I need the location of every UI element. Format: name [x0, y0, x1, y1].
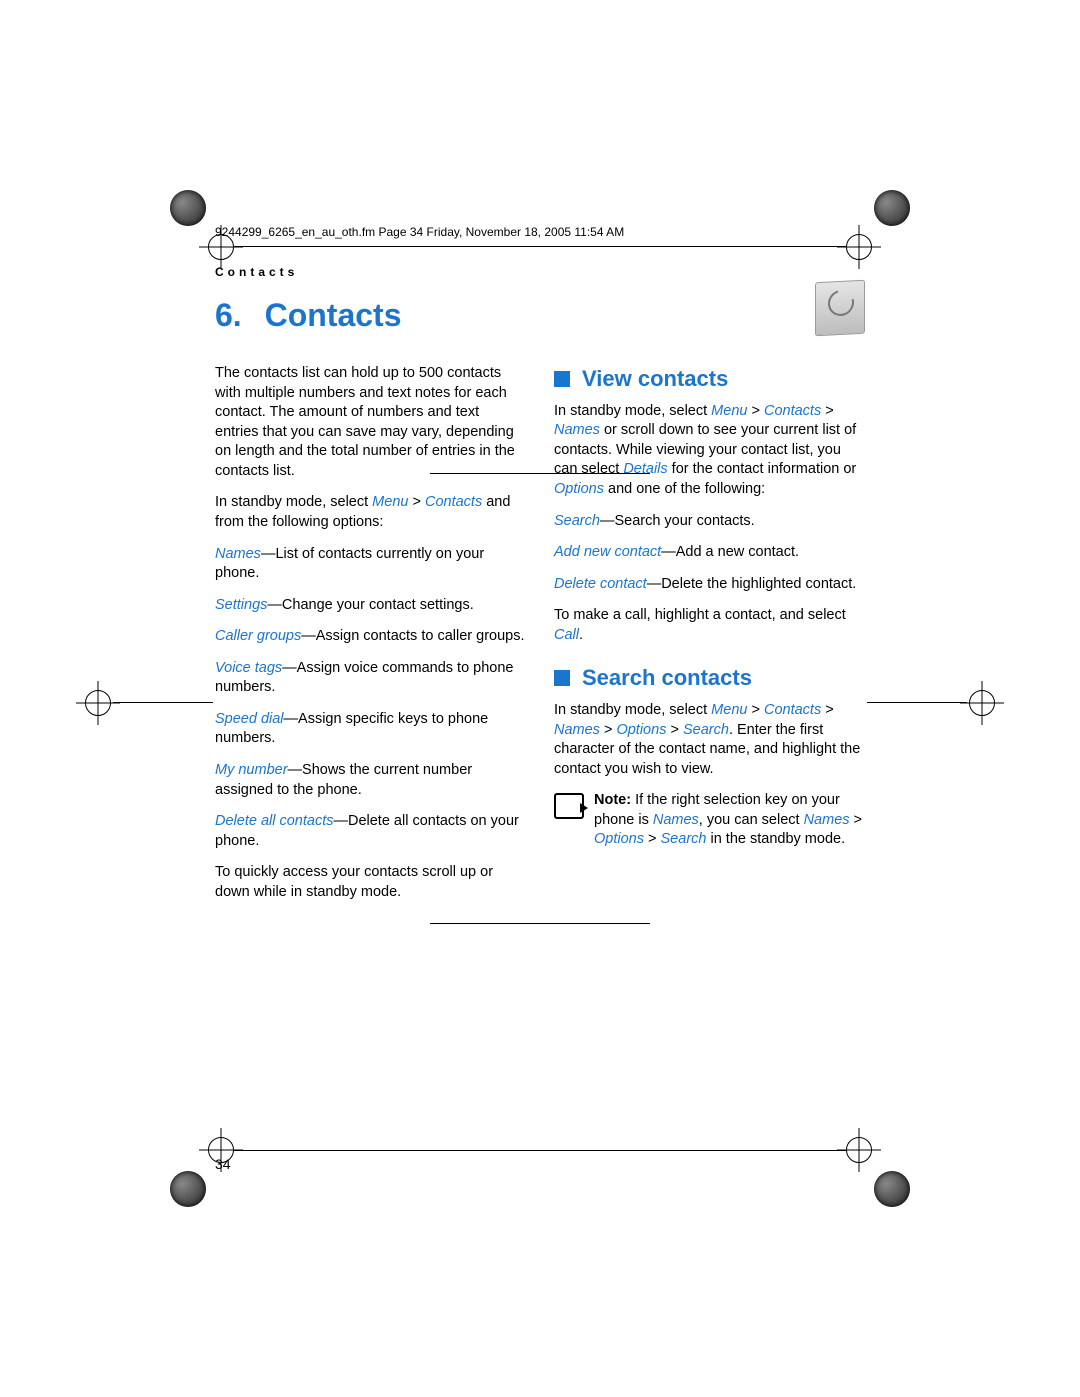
view-option-add: Add new contact—Add a new contact.: [554, 543, 865, 563]
chapter-title: 6. Contacts: [215, 297, 865, 334]
option-my-number: My number—Shows the current number assig…: [215, 761, 526, 800]
outro-paragraph: To quickly access your contacts scroll u…: [215, 863, 526, 902]
intro-paragraph: The contacts list can hold up to 500 con…: [215, 364, 526, 481]
chapter-name: Contacts: [265, 297, 402, 333]
page-content: 9244299_6265_en_au_oth.fm Page 34 Friday…: [215, 225, 865, 1172]
left-column: The contacts list can hold up to 500 con…: [215, 364, 526, 914]
running-head: Contacts: [215, 265, 865, 279]
option-caller-groups: Caller groups—Assign contacts to caller …: [215, 627, 526, 647]
option-names: Names—List of contacts currently on your…: [215, 545, 526, 584]
crop-mark-bl: [170, 1171, 206, 1207]
crop-mark-tr: [874, 190, 910, 226]
search-contacts-heading: Search contacts: [554, 663, 865, 693]
contacts-icon: [815, 280, 865, 337]
note-block: Note: If the right selection key on your…: [554, 791, 865, 850]
option-settings: Settings—Change your contact settings.: [215, 596, 526, 616]
note-text: Note: If the right selection key on your…: [594, 791, 865, 850]
option-speed-dial: Speed dial—Assign specific keys to phone…: [215, 710, 526, 749]
crop-mark-tl: [170, 190, 206, 226]
option-delete-all: Delete all contacts—Delete all contacts …: [215, 812, 526, 851]
view-option-search: Search—Search your contacts.: [554, 512, 865, 532]
standby-instruction: In standby mode, select Menu > Contacts …: [215, 493, 526, 532]
view-contacts-p1: In standby mode, select Menu > Contacts …: [554, 402, 865, 500]
chapter-number: 6.: [215, 297, 242, 333]
view-contacts-heading: View contacts: [554, 364, 865, 394]
right-column: View contacts In standby mode, select Me…: [554, 364, 865, 914]
file-header-line: 9244299_6265_en_au_oth.fm Page 34 Friday…: [215, 225, 865, 239]
search-contacts-p: In standby mode, select Menu > Contacts …: [554, 701, 865, 779]
view-option-delete: Delete contact—Delete the highlighted co…: [554, 575, 865, 595]
page-number: 34: [215, 1156, 231, 1172]
crop-mark-br: [874, 1171, 910, 1207]
note-icon: [554, 793, 584, 819]
view-call: To make a call, highlight a contact, and…: [554, 606, 865, 645]
option-voice-tags: Voice tags—Assign voice commands to phon…: [215, 659, 526, 698]
